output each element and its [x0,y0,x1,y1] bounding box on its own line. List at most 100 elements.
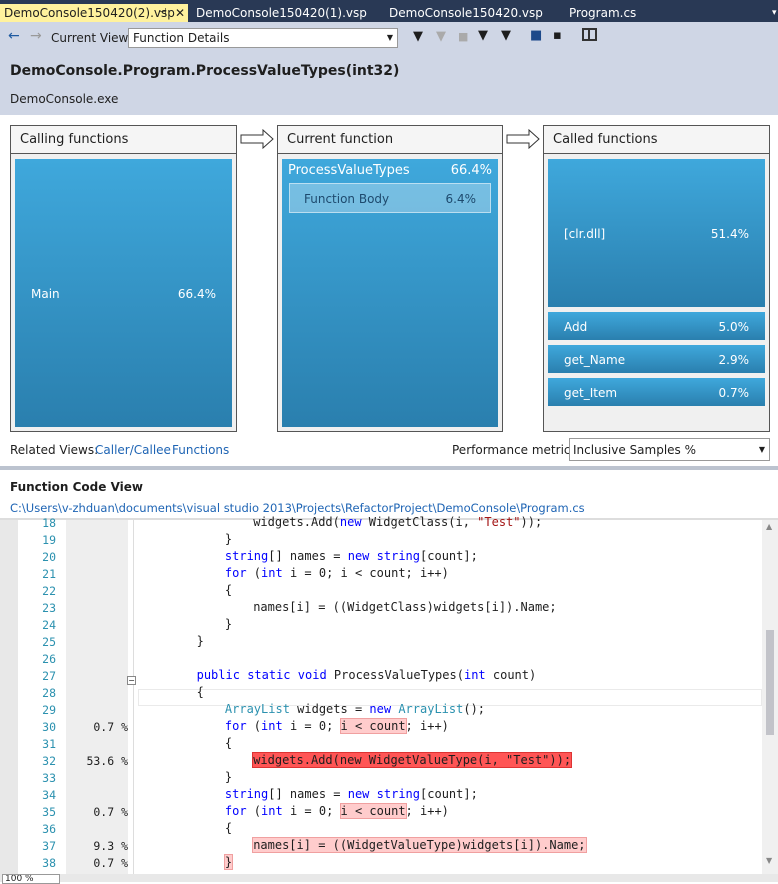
code-token: new [339,515,362,529]
line-number: 24 [42,618,56,632]
code-token: string [224,549,269,563]
calling-functions-panel: Calling functions Main 66.4% [10,125,237,432]
code-token: } [196,634,204,648]
code-token: { [196,685,204,699]
line-percent: 0.7 % [93,805,128,819]
performance-metric-label: Performance metric: [452,443,575,457]
horizontal-scrollbar[interactable] [0,874,778,882]
code-token: static [247,668,291,682]
code-token: widgets = [289,702,370,716]
hot-code-segment: } [223,854,234,870]
source-file-path[interactable]: C:\Users\v-zhduan\documents\visual studi… [10,501,585,515]
forward-icon[interactable]: → [30,28,42,44]
function-body-block[interactable]: Function Body 6.4% [289,183,491,213]
tab-program-cs[interactable]: Program.cs [565,4,636,22]
pin-icon[interactable]: ⊣ [158,4,167,22]
code-line: } [225,616,232,633]
stop-icon[interactable]: ■ [458,30,468,43]
current-function-block[interactable]: ProcessValueTypes 66.4% Function Body 6.… [282,159,498,427]
vertical-scrollbar[interactable]: ▲ ▼ [762,520,778,874]
tab-overflow-icon[interactable]: ▾ [768,4,777,22]
code-line: for (int i = 0; i < count; i++) [225,803,449,820]
code-token: new [347,549,370,563]
filter-disabled-icon[interactable]: ▼ [436,29,446,44]
scrollbar-thumb[interactable] [766,630,774,735]
filter-icon[interactable]: ▼ [413,29,423,44]
tab-democonsole150420[interactable]: DemoConsole150420.vsp [385,4,543,22]
code-token: widgets.Add( [253,515,340,529]
scroll-up-icon[interactable]: ▲ [766,522,772,531]
current-view-label: Current View: [51,31,132,45]
line-number: 30 [42,720,56,734]
callee-clr-dll[interactable]: [clr.dll] 51.4% [548,159,765,307]
panel-title: Called functions [544,126,769,154]
code-line: widgets.Add(new WidgetClass(i, "Test")); [253,514,542,531]
code-token: } [224,770,233,784]
code-line: public static void ProcessValueTypes(int… [197,667,537,684]
code-token: for [224,566,247,580]
line-number: 28 [42,686,56,700]
function-code-view: Function Code View C:\Users\v-zhduan\doc… [0,466,778,884]
code-line: { [225,820,232,837]
callee-get-item[interactable]: get_Item 0.7% [548,378,765,406]
caller-name: Main [31,287,60,301]
panel-title: Calling functions [11,126,236,154]
back-icon[interactable]: ← [8,28,20,44]
line-number: 23 [42,601,56,615]
callee-name: [clr.dll] [564,227,606,241]
callee-name: Add [564,320,588,334]
caller-main[interactable]: Main 66.4% [15,159,232,427]
performance-metric-select[interactable]: Inclusive Samples % ▼ [569,438,770,461]
caller-callee-link[interactable]: Caller/Callee [95,443,171,457]
line-number: 31 [42,737,56,751]
code-token: ProcessValueTypes( [326,668,464,682]
code-line: names[i] = ((WidgetValueType)widgets[i])… [252,837,587,854]
tab-democonsole150420-1[interactable]: DemoConsole150420(1).vsp [192,4,367,22]
zoom-select[interactable]: 100 % [2,874,60,884]
callee-add[interactable]: Add 5.0% [548,312,765,340]
code-view-title: Function Code View [10,480,143,494]
code-token: [] names = [268,549,348,563]
line-number: 18 [42,516,56,530]
line-number: 21 [42,567,56,581]
code-token: i = 0; [282,804,341,818]
toolbar: ← → Current View: Function Details ▼ ▼ ▼ … [0,22,778,52]
code-token: string [376,549,421,563]
function-name: DemoConsole.Program.ProcessValueTypes(in… [10,63,400,79]
arrow-right-icon [240,129,274,149]
tab-democonsole150420-2[interactable]: DemoConsole150420(2).vsp ⊣ ✕ [0,4,188,22]
save-icon[interactable]: ■ [530,28,542,43]
caller-value: 66.4% [177,287,216,301]
export-icon[interactable]: ▪ [553,28,562,43]
code-token: } [224,532,233,546]
hot-code-segment: names[i] = ((WidgetValueType)widgets[i])… [252,837,587,853]
code-line: names[i] = ((WidgetClass)widgets[i]).Nam… [253,599,556,616]
close-icon[interactable]: ✕ [175,4,185,22]
code-token: i = 0; i < count; i++) [282,566,449,580]
line-percent: 0.7 % [93,720,128,734]
split-view-icon[interactable] [582,28,597,41]
code-token: ( [246,566,262,580]
related-views-label: Related Views: [10,443,99,457]
functions-link[interactable]: Functions [172,443,229,457]
code-line: } [223,854,234,871]
code-token: int [463,668,486,682]
hot-code-segment: i < count [339,718,407,734]
callee-value: 51.4% [710,227,749,241]
code-token: string [224,787,269,801]
callee-name: get_Item [564,386,618,400]
code-token: "Test" [477,515,521,529]
current-view-select[interactable]: Function Details ▼ [128,28,398,48]
code-token: public [196,668,240,682]
line-number: 36 [42,822,56,836]
code-token: { [224,583,233,597]
collapse-icon[interactable]: − [127,676,136,685]
scroll-down-icon[interactable]: ▼ [766,856,772,865]
callee-get-name[interactable]: get_Name 2.9% [548,345,765,373]
filter-add-icon[interactable]: ▼ [478,28,488,43]
code-token: { [224,821,233,835]
code-token: [count]; [420,787,478,801]
filter-refresh-icon[interactable]: ▼ [501,28,511,43]
